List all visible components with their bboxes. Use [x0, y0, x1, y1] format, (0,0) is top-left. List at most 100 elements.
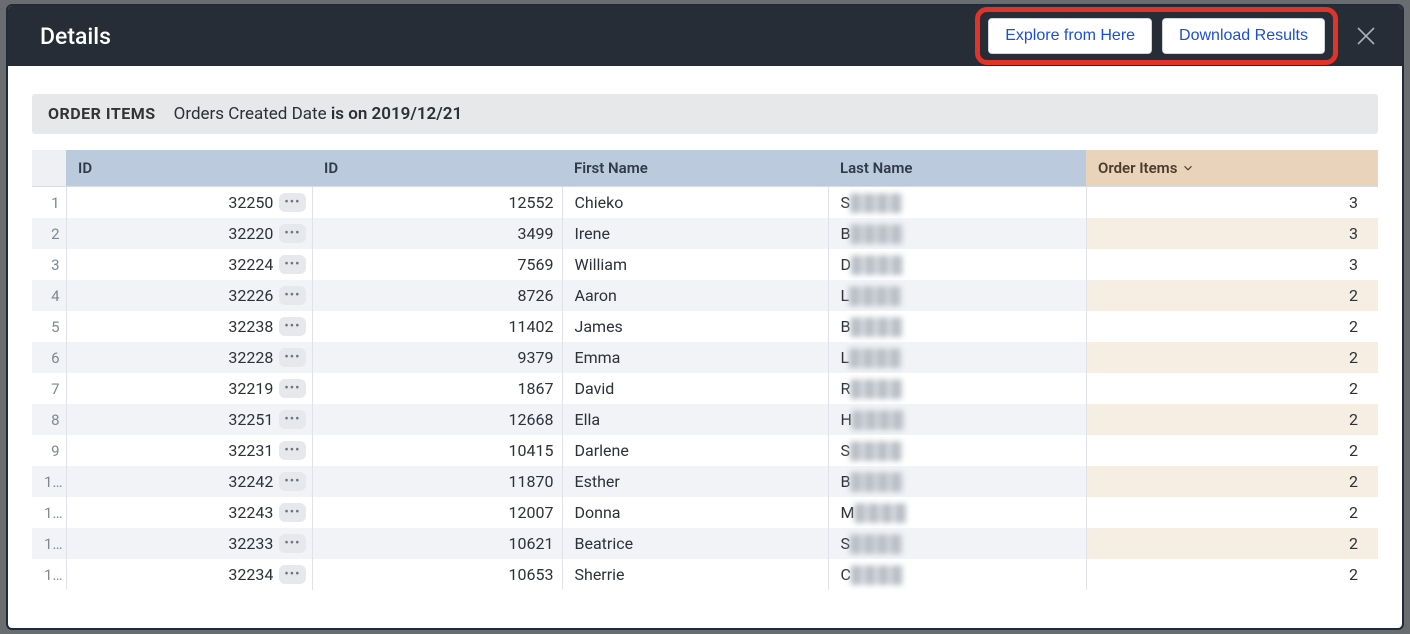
table-row[interactable]: 732219•••1867DavidR████2	[32, 373, 1378, 404]
cell-first-name[interactable]: Emma	[562, 342, 828, 373]
cell-id1[interactable]: 32220•••	[66, 218, 312, 249]
cell-last-name[interactable]: D████	[828, 249, 1086, 280]
table-row[interactable]: 932231•••10415DarleneS████2	[32, 435, 1378, 466]
cell-id1[interactable]: 32219•••	[66, 373, 312, 404]
cell-last-name[interactable]: R████	[828, 373, 1086, 404]
cell-id2[interactable]: 8726	[312, 280, 562, 311]
col-first-name[interactable]: First Name	[562, 150, 828, 187]
cell-first-name[interactable]: Sherrie	[562, 559, 828, 590]
table-row[interactable]: 132250•••12552ChiekoS████3	[32, 187, 1378, 219]
cell-id2[interactable]: 12007	[312, 497, 562, 528]
row-actions-icon[interactable]: •••	[279, 472, 305, 491]
table-row[interactable]: 1132243•••12007DonnaM████2	[32, 497, 1378, 528]
cell-last-name[interactable]: L████	[828, 342, 1086, 373]
cell-id2[interactable]: 10621	[312, 528, 562, 559]
row-actions-icon[interactable]: •••	[279, 534, 305, 553]
row-actions-icon[interactable]: •••	[279, 565, 305, 584]
table-row[interactable]: 232220•••3499IreneB████3	[32, 218, 1378, 249]
cell-order-items[interactable]: 2	[1086, 373, 1378, 404]
col-order-items[interactable]: Order Items	[1086, 150, 1378, 187]
cell-id1[interactable]: 32242•••	[66, 466, 312, 497]
cell-first-name[interactable]: Darlene	[562, 435, 828, 466]
cell-id2[interactable]: 11870	[312, 466, 562, 497]
cell-id1[interactable]: 32226•••	[66, 280, 312, 311]
cell-order-items[interactable]: 2	[1086, 559, 1378, 590]
download-results-button[interactable]: Download Results	[1162, 18, 1325, 54]
cell-last-name[interactable]: S████	[828, 528, 1086, 559]
cell-first-name[interactable]: Beatrice	[562, 528, 828, 559]
cell-id1[interactable]: 32231•••	[66, 435, 312, 466]
row-actions-icon[interactable]: •••	[279, 317, 305, 336]
row-actions-icon[interactable]: •••	[279, 410, 305, 429]
row-actions-icon[interactable]: •••	[279, 224, 305, 243]
cell-order-items[interactable]: 2	[1086, 497, 1378, 528]
close-icon[interactable]	[1354, 24, 1378, 48]
cell-last-name[interactable]: B████	[828, 218, 1086, 249]
cell-order-items[interactable]: 2	[1086, 435, 1378, 466]
cell-id2[interactable]: 12668	[312, 404, 562, 435]
cell-id1[interactable]: 32228•••	[66, 342, 312, 373]
cell-id2[interactable]: 3499	[312, 218, 562, 249]
cell-last-name[interactable]: B████	[828, 311, 1086, 342]
cell-order-items[interactable]: 3	[1086, 218, 1378, 249]
cell-last-name[interactable]: M████	[828, 497, 1086, 528]
row-actions-icon[interactable]: •••	[279, 255, 305, 274]
cell-first-name[interactable]: Aaron	[562, 280, 828, 311]
cell-last-name[interactable]: C████	[828, 559, 1086, 590]
row-actions-icon[interactable]: •••	[279, 348, 305, 367]
col-id2[interactable]: ID	[312, 150, 562, 187]
cell-order-items[interactable]: 2	[1086, 280, 1378, 311]
cell-last-name[interactable]: L████	[828, 280, 1086, 311]
cell-id2[interactable]: 9379	[312, 342, 562, 373]
explore-from-here-button[interactable]: Explore from Here	[988, 18, 1152, 54]
cell-id1[interactable]: 32233•••	[66, 528, 312, 559]
cell-id2[interactable]: 11402	[312, 311, 562, 342]
cell-order-items[interactable]: 2	[1086, 311, 1378, 342]
table-row[interactable]: 632228•••9379EmmaL████2	[32, 342, 1378, 373]
row-actions-icon[interactable]: •••	[279, 379, 305, 398]
table-row[interactable]: 1332234•••10653SherrieC████2	[32, 559, 1378, 590]
cell-first-name[interactable]: David	[562, 373, 828, 404]
cell-last-name[interactable]: H████	[828, 404, 1086, 435]
col-id1[interactable]: ID	[66, 150, 312, 187]
cell-first-name[interactable]: Esther	[562, 466, 828, 497]
cell-order-items[interactable]: 2	[1086, 404, 1378, 435]
cell-id2[interactable]: 10653	[312, 559, 562, 590]
cell-order-items[interactable]: 2	[1086, 528, 1378, 559]
row-actions-icon[interactable]: •••	[279, 286, 305, 305]
cell-last-name[interactable]: S████	[828, 187, 1086, 219]
cell-order-items[interactable]: 3	[1086, 249, 1378, 280]
cell-id1[interactable]: 32234•••	[66, 559, 312, 590]
cell-id2[interactable]: 7569	[312, 249, 562, 280]
header-actions: Explore from Here Download Results	[975, 7, 1378, 65]
cell-id2[interactable]: 1867	[312, 373, 562, 404]
table-row[interactable]: 1232233•••10621BeatriceS████2	[32, 528, 1378, 559]
cell-first-name[interactable]: James	[562, 311, 828, 342]
cell-first-name[interactable]: Irene	[562, 218, 828, 249]
cell-last-name[interactable]: B████	[828, 466, 1086, 497]
cell-first-name[interactable]: William	[562, 249, 828, 280]
cell-id1[interactable]: 32250•••	[66, 187, 312, 219]
cell-last-name[interactable]: S████	[828, 435, 1086, 466]
table-row[interactable]: 332224•••7569WilliamD████3	[32, 249, 1378, 280]
cell-order-items[interactable]: 2	[1086, 466, 1378, 497]
row-actions-icon[interactable]: •••	[279, 503, 305, 522]
cell-first-name[interactable]: Ella	[562, 404, 828, 435]
cell-id1[interactable]: 32251•••	[66, 404, 312, 435]
row-actions-icon[interactable]: •••	[279, 193, 305, 212]
cell-order-items[interactable]: 3	[1086, 187, 1378, 219]
cell-id1[interactable]: 32243•••	[66, 497, 312, 528]
cell-order-items[interactable]: 2	[1086, 342, 1378, 373]
table-row[interactable]: 532238•••11402JamesB████2	[32, 311, 1378, 342]
cell-id1[interactable]: 32224•••	[66, 249, 312, 280]
cell-id2[interactable]: 12552	[312, 187, 562, 219]
table-row[interactable]: 832251•••12668EllaH████2	[32, 404, 1378, 435]
cell-id2[interactable]: 10415	[312, 435, 562, 466]
table-row[interactable]: 432226•••8726AaronL████2	[32, 280, 1378, 311]
table-row[interactable]: 1032242•••11870EstherB████2	[32, 466, 1378, 497]
row-actions-icon[interactable]: •••	[279, 441, 305, 460]
cell-first-name[interactable]: Donna	[562, 497, 828, 528]
cell-id1[interactable]: 32238•••	[66, 311, 312, 342]
cell-first-name[interactable]: Chieko	[562, 187, 828, 219]
col-last-name[interactable]: Last Name	[828, 150, 1086, 187]
